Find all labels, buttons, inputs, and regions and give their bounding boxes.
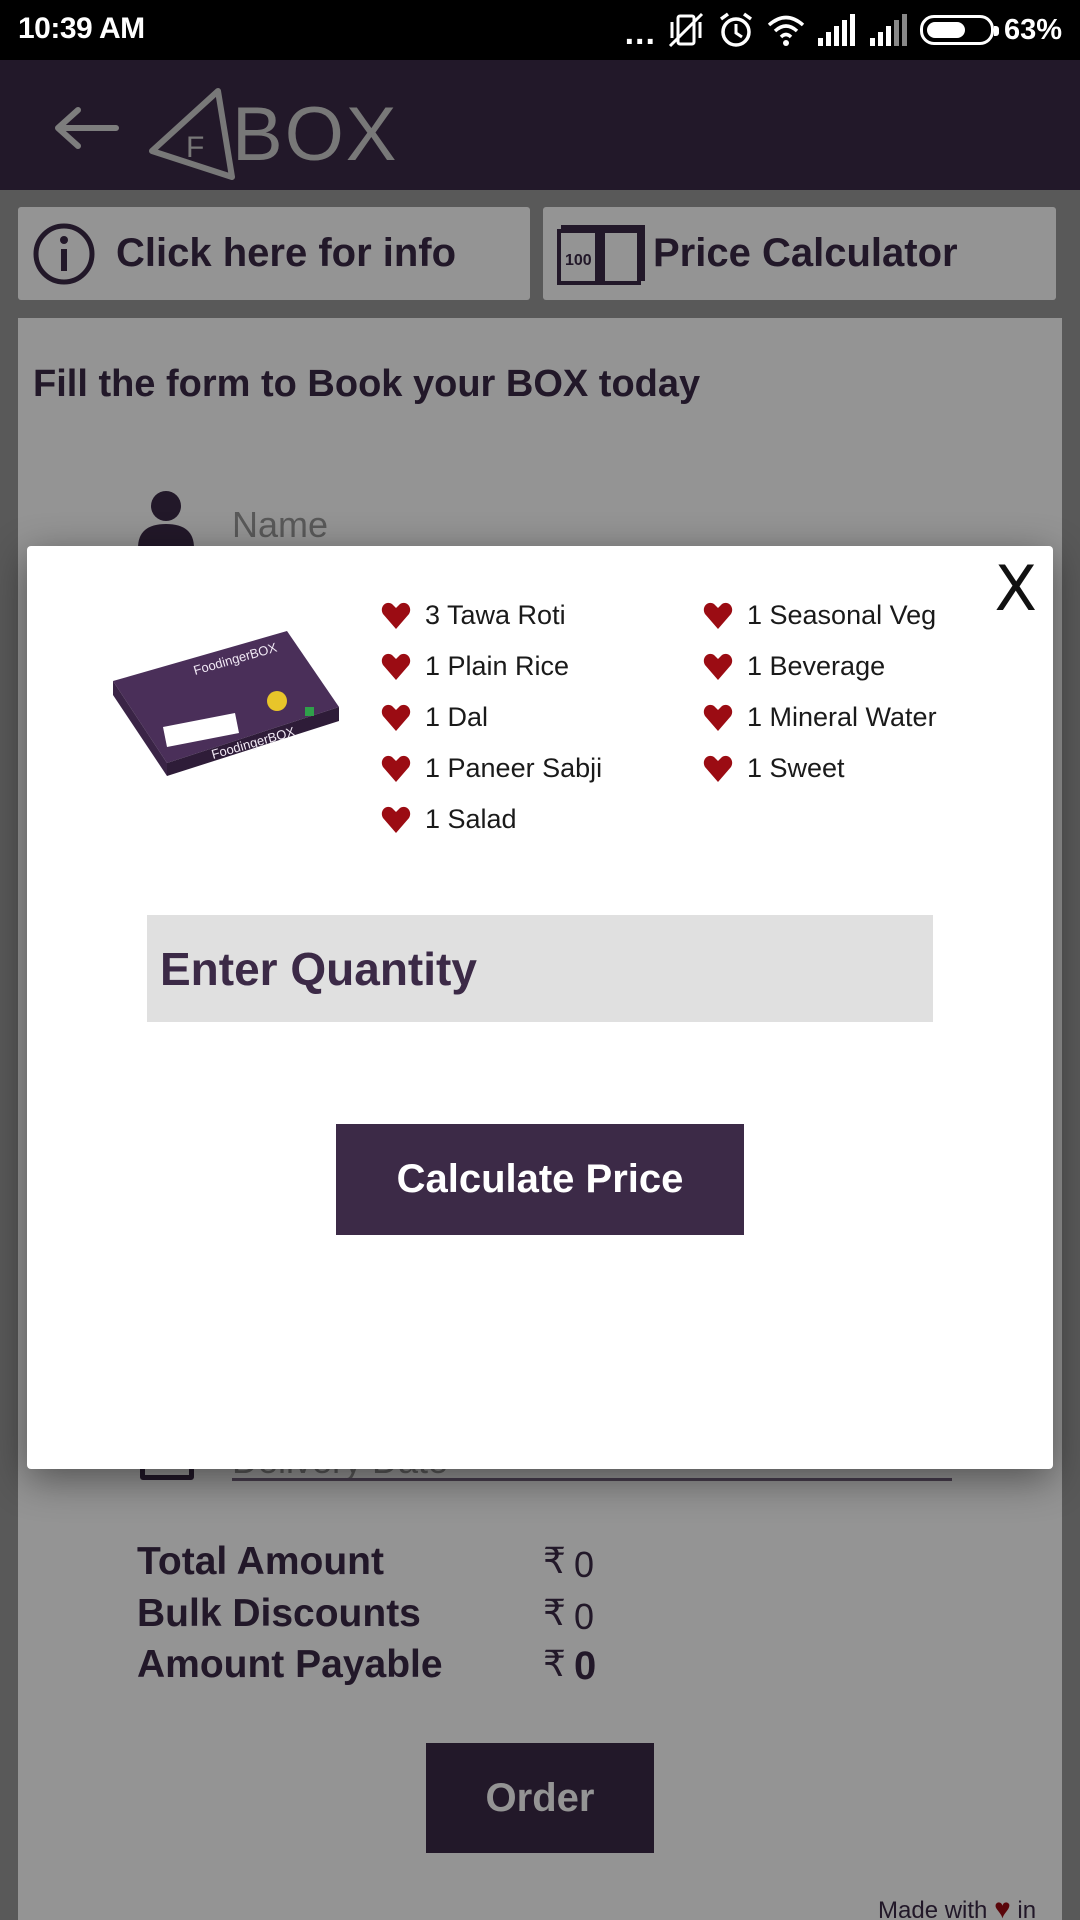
alarm-icon — [719, 12, 752, 47]
box-item-label: 1 Sweet — [747, 753, 845, 783]
battery-percent: 63% — [1003, 13, 1062, 46]
close-button[interactable]: X — [995, 554, 1037, 624]
box-item: 1 Plain Rice — [381, 651, 569, 682]
heart-icon — [703, 653, 733, 680]
box-details-dialog: X FoodingerBOX FoodingerBOX 3 Tawa Roti … — [27, 546, 1053, 1469]
heart-icon — [381, 755, 411, 782]
quantity-input[interactable] — [147, 915, 933, 1022]
box-item-label: 1 Plain Rice — [425, 651, 570, 681]
box-item-label: 1 Salad — [425, 804, 517, 834]
box-item-label: 1 Mineral Water — [747, 702, 937, 732]
box-item: 1 Sweet — [703, 753, 845, 784]
heart-icon — [381, 806, 411, 833]
box-item-label: 1 Beverage — [747, 651, 886, 681]
box-item: 1 Seasonal Veg — [703, 600, 936, 631]
box-item-label: 1 Paneer Sabji — [425, 753, 603, 783]
status-icons: ... 63% — [625, 10, 1062, 50]
signal-icon — [817, 14, 855, 46]
calculate-price-button[interactable]: Calculate Price — [336, 1124, 744, 1235]
heart-icon — [381, 653, 411, 680]
signal-icon — [869, 14, 907, 46]
heart-icon — [703, 704, 733, 731]
vibrate-off-icon — [668, 12, 704, 48]
heart-icon — [703, 602, 733, 629]
food-box-image: FoodingerBOX FoodingerBOX — [113, 631, 339, 776]
wifi-icon — [767, 15, 805, 46]
heart-icon — [381, 704, 411, 731]
box-item: 1 Beverage — [703, 651, 885, 682]
more-notifications-icon: ... — [624, 14, 656, 52]
battery-icon — [919, 15, 999, 45]
heart-icon — [381, 602, 411, 629]
box-item-label: 1 Dal — [425, 702, 489, 732]
box-item: 1 Dal — [381, 702, 488, 733]
box-item: 3 Tawa Roti — [381, 600, 566, 631]
heart-icon — [703, 755, 733, 782]
box-item: 1 Mineral Water — [703, 702, 937, 733]
box-item-label: 1 Seasonal Veg — [747, 600, 937, 630]
status-bar: 10:39 AM ... 63% — [0, 0, 1080, 60]
status-time: 10:39 AM — [18, 12, 145, 45]
battery-level — [926, 22, 965, 38]
box-item-label: 3 Tawa Roti — [425, 600, 566, 630]
box-item: 1 Paneer Sabji — [381, 753, 602, 784]
box-item: 1 Salad — [381, 804, 517, 835]
